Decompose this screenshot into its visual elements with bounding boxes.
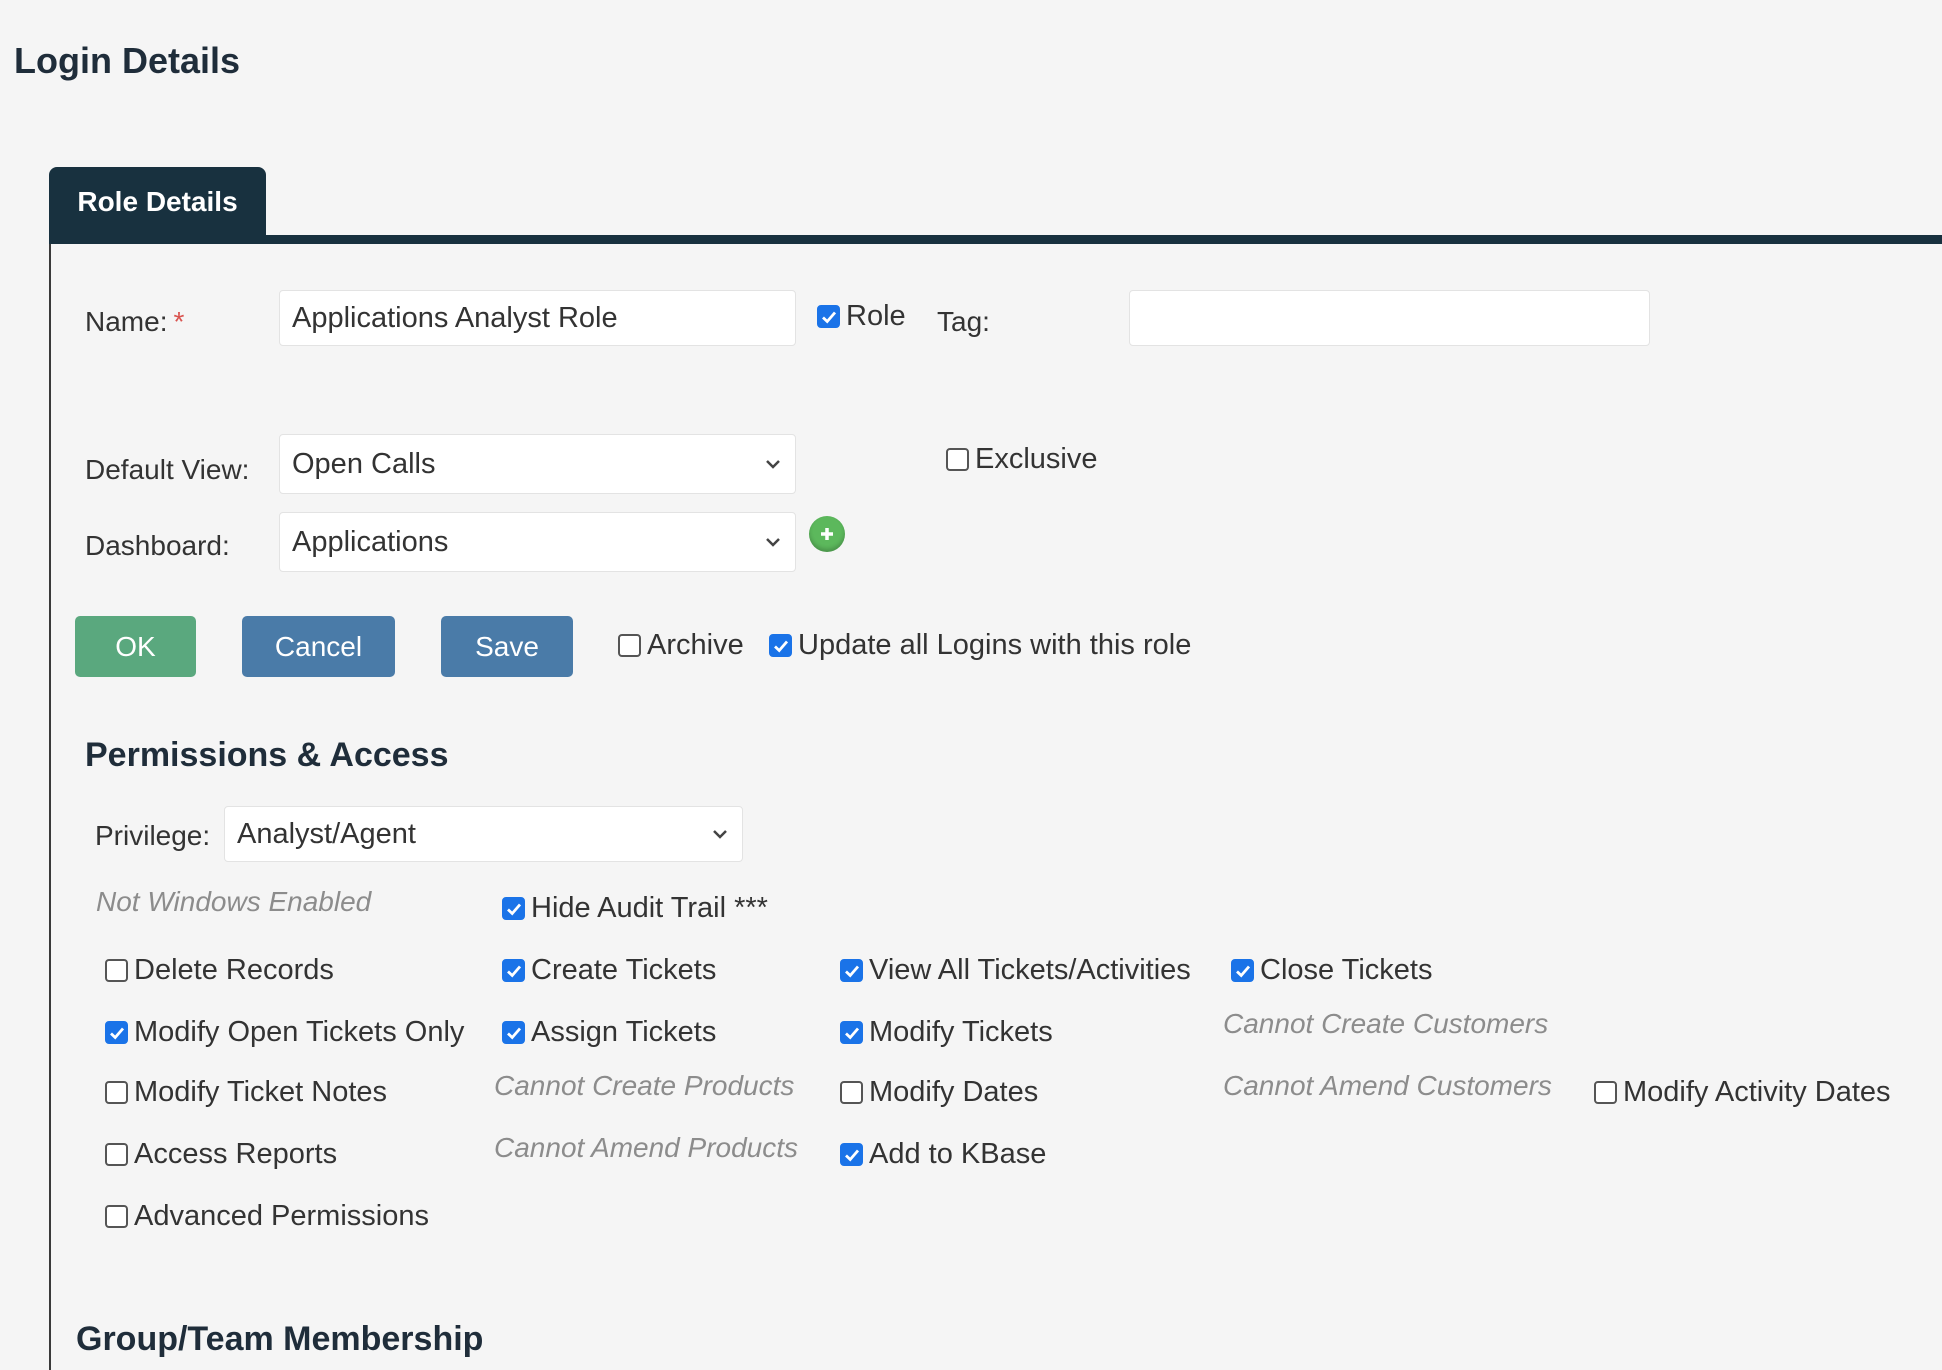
checkmark-icon: [506, 965, 521, 978]
add-circle-icon[interactable]: [809, 516, 845, 552]
tag-label: Tag:: [937, 306, 990, 337]
tab-divider: [49, 235, 1942, 244]
group-team-membership-heading: Group/Team Membership: [76, 1320, 484, 1358]
modify-open-only-box[interactable]: [105, 1021, 128, 1044]
update-all-checkbox-label: Update all Logins with this role: [798, 629, 1192, 661]
access-reports-box[interactable]: [105, 1143, 128, 1166]
exclusive-checkbox[interactable]: Exclusive: [946, 443, 1098, 476]
advanced-permissions-checkbox[interactable]: Advanced Permissions: [105, 1200, 429, 1233]
not-windows-enabled-note: Not Windows Enabled: [96, 886, 372, 917]
checkmark-icon: [109, 1027, 124, 1040]
access-reports-label: Access Reports: [134, 1138, 338, 1170]
archive-checkbox[interactable]: Archive: [618, 629, 744, 662]
update-all-logins-checkbox[interactable]: Update all Logins with this role: [769, 629, 1191, 662]
privilege-select[interactable]: Analyst/Agent: [224, 806, 743, 862]
delete-records-checkbox[interactable]: Delete Records: [105, 954, 334, 987]
role-checkbox[interactable]: Role: [817, 300, 906, 333]
modify-dates-checkbox[interactable]: Modify Dates: [840, 1076, 1038, 1109]
cancel-button[interactable]: Cancel: [242, 616, 395, 677]
role-checkbox-box[interactable]: [817, 305, 840, 328]
create-tickets-checkbox[interactable]: Create Tickets: [502, 954, 716, 987]
hide-audit-checkbox-box[interactable]: [502, 897, 525, 920]
delete-records-label: Delete Records: [134, 954, 334, 986]
chevron-down-icon: [713, 830, 727, 839]
default-view-label: Default View:: [85, 454, 250, 485]
modify-tickets-checkbox[interactable]: Modify Tickets: [840, 1016, 1053, 1049]
assign-tickets-label: Assign Tickets: [531, 1016, 717, 1048]
assign-tickets-box[interactable]: [502, 1021, 525, 1044]
close-tickets-box[interactable]: [1231, 959, 1254, 982]
checkmark-icon: [844, 1149, 859, 1162]
checkmark-icon: [506, 903, 521, 916]
checkmark-icon: [1235, 965, 1250, 978]
tab-role-details[interactable]: Role Details: [49, 167, 266, 237]
archive-checkbox-label: Archive: [647, 629, 744, 661]
default-view-select[interactable]: Open Calls: [279, 434, 796, 494]
role-checkbox-label: Role: [846, 300, 906, 332]
hide-audit-label: Hide Audit Trail ***: [531, 892, 768, 924]
modify-open-tickets-only-checkbox[interactable]: Modify Open Tickets Only: [105, 1016, 464, 1049]
modify-dates-box[interactable]: [840, 1081, 863, 1104]
name-label: Name: *: [85, 306, 184, 338]
checkmark-icon: [844, 965, 859, 978]
add-to-kbase-checkbox[interactable]: Add to KBase: [840, 1138, 1046, 1171]
exclusive-checkbox-label: Exclusive: [975, 443, 1098, 475]
modify-tickets-box[interactable]: [840, 1021, 863, 1044]
dashboard-value: Applications: [292, 525, 449, 558]
privilege-label: Privilege:: [95, 820, 211, 851]
required-mark: *: [173, 306, 185, 337]
modify-ticket-notes-label: Modify Ticket Notes: [134, 1076, 388, 1108]
name-input[interactable]: [279, 290, 796, 346]
dashboard-label: Dashboard:: [85, 530, 230, 561]
view-all-box[interactable]: [840, 959, 863, 982]
create-tickets-label: Create Tickets: [531, 954, 717, 986]
chevron-down-icon: [766, 538, 780, 547]
cannot-amend-customers-note: Cannot Amend Customers: [1223, 1070, 1552, 1101]
checkmark-icon: [821, 311, 836, 324]
save-button[interactable]: Save: [441, 616, 573, 677]
add-to-kbase-box[interactable]: [840, 1143, 863, 1166]
page-title: Login Details: [14, 40, 241, 81]
permissions-heading: Permissions & Access: [85, 736, 449, 774]
cannot-create-customers-note: Cannot Create Customers: [1223, 1008, 1549, 1039]
chevron-down-icon: [766, 460, 780, 469]
view-all-tickets-checkbox[interactable]: View All Tickets/Activities: [840, 954, 1191, 987]
tag-input[interactable]: [1129, 290, 1650, 346]
create-tickets-box[interactable]: [502, 959, 525, 982]
modify-activity-dates-checkbox[interactable]: Modify Activity Dates: [1594, 1076, 1891, 1109]
modify-dates-label: Modify Dates: [869, 1076, 1039, 1108]
close-tickets-checkbox[interactable]: Close Tickets: [1231, 954, 1432, 987]
checkmark-icon: [773, 640, 788, 653]
advanced-permissions-label: Advanced Permissions: [134, 1200, 429, 1232]
hide-audit-trail-checkbox[interactable]: Hide Audit Trail ***: [502, 892, 768, 925]
add-to-kbase-label: Add to KBase: [869, 1138, 1047, 1170]
dashboard-select[interactable]: Applications: [279, 512, 796, 572]
archive-checkbox-box[interactable]: [618, 634, 641, 657]
cannot-amend-products-note: Cannot Amend Products: [494, 1132, 799, 1163]
checkmark-icon: [844, 1027, 859, 1040]
ok-button[interactable]: OK: [75, 616, 196, 677]
modify-tickets-label: Modify Tickets: [869, 1016, 1053, 1048]
modify-open-only-label: Modify Open Tickets Only: [134, 1016, 465, 1048]
update-all-checkbox-box[interactable]: [769, 634, 792, 657]
modify-ticket-notes-checkbox[interactable]: Modify Ticket Notes: [105, 1076, 387, 1109]
cannot-create-products-note: Cannot Create Products: [494, 1070, 795, 1101]
name-label-text: Name:: [85, 306, 168, 337]
checkmark-icon: [506, 1027, 521, 1040]
access-reports-checkbox[interactable]: Access Reports: [105, 1138, 337, 1171]
exclusive-checkbox-box[interactable]: [946, 448, 969, 471]
delete-records-box[interactable]: [105, 959, 128, 982]
panel-border: [49, 244, 51, 1370]
advanced-permissions-box[interactable]: [105, 1205, 128, 1228]
close-tickets-label: Close Tickets: [1260, 954, 1433, 986]
privilege-value: Analyst/Agent: [237, 817, 416, 850]
assign-tickets-checkbox[interactable]: Assign Tickets: [502, 1016, 716, 1049]
view-all-label: View All Tickets/Activities: [869, 954, 1191, 986]
modify-activity-dates-label: Modify Activity Dates: [1623, 1076, 1891, 1108]
default-view-value: Open Calls: [292, 447, 436, 480]
modify-ticket-notes-box[interactable]: [105, 1081, 128, 1104]
modify-activity-dates-box[interactable]: [1594, 1081, 1617, 1104]
